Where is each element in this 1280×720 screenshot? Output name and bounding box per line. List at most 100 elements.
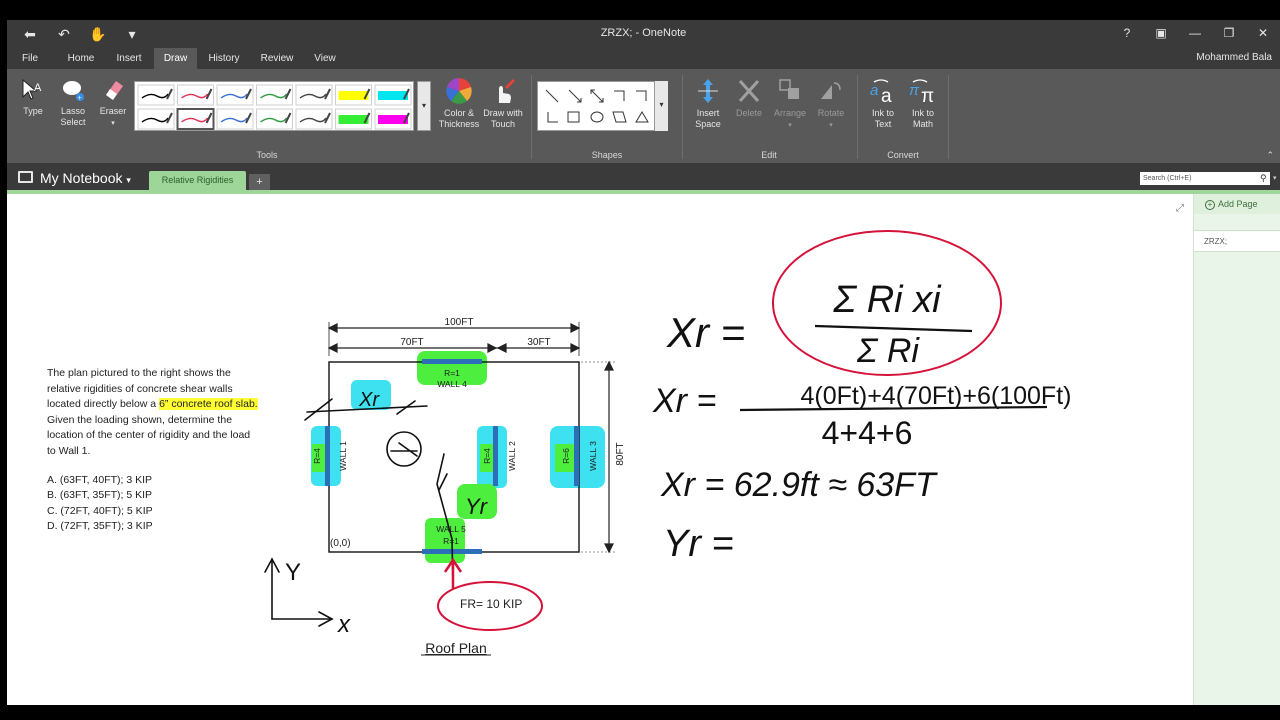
tab-view[interactable]: View: [307, 48, 343, 69]
svg-text:a: a: [881, 86, 892, 105]
delete-x-icon: [738, 79, 760, 103]
arrow-shape-icon[interactable]: [568, 89, 582, 103]
page-canvas[interactable]: ⤢ The plan pictured to the right shows t…: [7, 194, 1193, 705]
ink-to-text-button[interactable]: a a Ink to Text: [865, 77, 901, 130]
ink-xr-sketch: Xr: [358, 389, 380, 411]
eq1-lhs: Xr =: [666, 309, 745, 356]
ribbon-tabs: File Home Insert Draw History Review Vie…: [7, 48, 1280, 69]
section-tab-relative-rigidities[interactable]: Relative Rigidities: [149, 171, 246, 190]
type-button[interactable]: A Type: [19, 77, 47, 117]
minimize-icon[interactable]: —: [1178, 20, 1212, 48]
pen-swatch[interactable]: [216, 108, 254, 130]
wall-3: [574, 426, 579, 486]
pen-swatch[interactable]: [256, 84, 293, 106]
pen-swatch[interactable]: [295, 84, 333, 106]
window-controls: ? ▣ — ❐ ✕: [1110, 20, 1280, 48]
y-axis-label: Y: [285, 559, 301, 586]
pen-swatch[interactable]: [176, 108, 215, 130]
ribbon-separator: [948, 75, 949, 159]
shapes-gallery-more-button[interactable]: ▾: [654, 81, 668, 131]
tab-insert[interactable]: Insert: [109, 48, 149, 69]
rotate-icon: [821, 82, 841, 99]
collapse-ribbon-icon[interactable]: ⌃: [1266, 150, 1274, 161]
lasso-select-button[interactable]: + Lasso Select: [57, 77, 89, 128]
pen-swatch[interactable]: [137, 84, 175, 106]
ribbon-separator: [682, 75, 683, 159]
force-arrow: [443, 557, 463, 589]
tab-file[interactable]: File: [11, 48, 49, 69]
ink-to-math-button[interactable]: π π Ink to Math: [905, 77, 941, 130]
draw-with-touch-button[interactable]: Draw with Touch: [481, 77, 525, 130]
notebook-bar: My Notebook ▾ Relative Rigidities + Sear…: [7, 163, 1280, 190]
wall-3-rigidity: R=6: [561, 448, 571, 464]
triangle-shape-icon[interactable]: [635, 111, 649, 123]
dim-left-label: 70FT: [400, 337, 423, 348]
help-icon[interactable]: ?: [1110, 20, 1144, 48]
pen-swatch[interactable]: [335, 108, 372, 130]
add-section-button[interactable]: +: [249, 174, 270, 190]
delete-button[interactable]: Delete: [731, 77, 767, 119]
pen-swatch[interactable]: [335, 84, 372, 106]
rectangle-shape-icon[interactable]: [567, 111, 580, 123]
parallelogram-shape-icon[interactable]: [612, 111, 627, 123]
pen-gallery: [134, 81, 414, 131]
wall-3-label: WALL 3: [588, 441, 598, 471]
touch-draw-icon: [499, 79, 515, 103]
pen-swatch[interactable]: [374, 108, 412, 130]
insert-space-button[interactable]: Insert Space: [690, 77, 726, 130]
force-label: FR= 10 KIP: [460, 597, 522, 611]
wall-4: [422, 359, 482, 364]
fullscreen-icon[interactable]: ▣: [1144, 20, 1178, 48]
double-arrow-shape-icon[interactable]: [590, 89, 604, 103]
pen-swatch[interactable]: [374, 84, 412, 106]
pen-swatch[interactable]: [256, 108, 293, 130]
page-item-zrzx[interactable]: ZRZX;: [1194, 230, 1280, 252]
svg-text:a: a: [870, 82, 878, 99]
pen-swatches: [137, 84, 412, 130]
ellipse-shape-icon[interactable]: [590, 111, 604, 123]
tab-draw[interactable]: Draw: [154, 48, 197, 69]
elbow-arrow-shape-icon[interactable]: [636, 90, 647, 101]
notebook-icon[interactable]: [18, 171, 33, 183]
search-input[interactable]: Search (Ctrl+E): [1140, 172, 1270, 185]
arrange-icon: [779, 79, 799, 99]
pen-swatch[interactable]: [177, 84, 214, 106]
arrange-button[interactable]: Arrange ▾: [770, 77, 810, 131]
add-page-icon: +: [1205, 200, 1215, 210]
pen-swatch[interactable]: [216, 84, 254, 106]
axis-shape-icon[interactable]: [547, 112, 558, 123]
tab-home[interactable]: Home: [61, 48, 101, 69]
drawing-layer: 100FT 70FT 30FT 80FT WALL 1 R=4 WALL 2 R…: [264, 230, 1071, 656]
type-cursor-icon: A: [22, 78, 42, 100]
ribbon-separator: [857, 75, 858, 159]
tab-review[interactable]: Review: [256, 48, 298, 69]
search-scope-dropdown[interactable]: ▾: [1273, 172, 1277, 185]
eq2-lhs: Xr =: [652, 382, 716, 420]
restore-icon[interactable]: ❐: [1212, 20, 1246, 48]
elbow-shape-icon[interactable]: [614, 90, 625, 101]
user-name[interactable]: Mohammed Bala: [1196, 52, 1272, 63]
search-icon[interactable]: ⚲: [1260, 172, 1270, 185]
pen-swatch[interactable]: [295, 108, 333, 130]
color-wheel-icon: [446, 78, 472, 104]
svg-text:π: π: [921, 86, 934, 105]
shapes-gallery: [537, 81, 667, 131]
eraser-button[interactable]: Eraser ▾: [97, 77, 129, 129]
wall-2-rigidity: R=4: [482, 448, 492, 464]
pen-gallery-more-button[interactable]: ▾: [417, 81, 431, 131]
ink-to-text-icon: a a: [870, 79, 892, 105]
line-shape-icon[interactable]: [545, 89, 559, 103]
tab-history[interactable]: History: [203, 48, 245, 69]
close-icon[interactable]: ✕: [1246, 20, 1280, 48]
letterbox-top: [0, 0, 1280, 20]
notebook-selector[interactable]: My Notebook ▾: [40, 170, 131, 186]
svg-text:+: +: [78, 95, 82, 102]
ink-equations: Xr = Σ Ri xi Σ Ri Xr = 4(0Ft)+4(70Ft)+6(…: [652, 279, 1071, 565]
rotate-button[interactable]: Rotate ▾: [813, 77, 849, 131]
add-page-button[interactable]: + Add Page: [1194, 194, 1280, 214]
dim-total-label: 100FT: [445, 317, 474, 328]
pen-swatch[interactable]: [137, 108, 175, 130]
eraser-icon: [106, 81, 123, 100]
edit-group-label: Edit: [761, 150, 777, 160]
color-thickness-button[interactable]: Color & Thickness: [437, 77, 481, 130]
